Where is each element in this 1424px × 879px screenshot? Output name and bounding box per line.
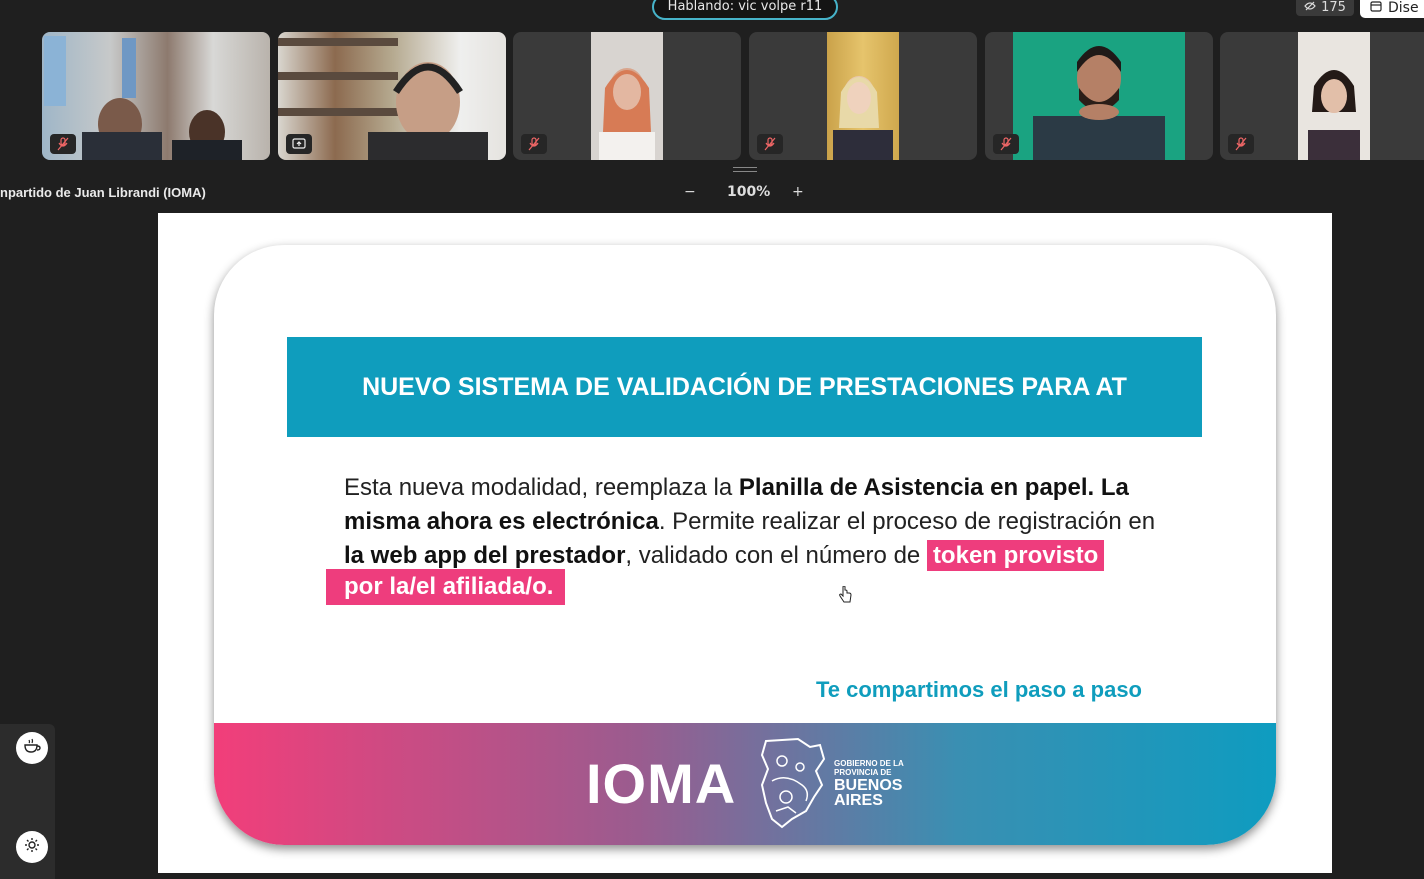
settings-button[interactable] — [16, 831, 48, 863]
gov-small-line-1: GOBIERNO DE LA — [834, 759, 904, 768]
body-text-2: . Permite realizar el proceso de registr… — [658, 508, 1156, 535]
mic-off-icon — [1228, 134, 1254, 154]
mic-off-icon — [521, 134, 547, 154]
gov-label-small: GOBIERNO DE LA PROVINCIA DE — [834, 759, 904, 777]
participant-count: 175 — [1321, 0, 1346, 15]
zoom-level: 100% — [727, 184, 771, 200]
video-feed — [278, 32, 506, 160]
body-text-1: Esta nueva modalidad, reemplaza la — [344, 474, 739, 501]
video-feed — [42, 32, 270, 160]
highlight-token: token provisto — [926, 540, 1105, 571]
gear-icon — [24, 837, 40, 857]
break-button[interactable] — [16, 732, 48, 764]
video-feed — [1013, 32, 1185, 160]
video-feed — [1298, 32, 1370, 160]
slide-body: Esta nueva modalidad, reemplaza la Plani… — [344, 471, 1164, 573]
participant-tile[interactable] — [42, 32, 270, 160]
zoom-in-button[interactable]: + — [792, 184, 804, 200]
gov-big-line-1: BUENOS — [834, 777, 903, 794]
side-panel — [0, 724, 55, 879]
shared-screen: NUEVO SISTEMA DE VALIDACIÓN DE PRESTACIO… — [158, 213, 1332, 873]
step-by-step-text: Te compartimos el paso a paso — [815, 677, 1142, 702]
highlight-affiliate: por la/el afiliada/o. — [326, 569, 566, 605]
participant-count-badge[interactable]: 175 — [1296, 0, 1354, 16]
design-button[interactable]: Dise — [1360, 0, 1424, 18]
hand-cursor-icon — [838, 585, 852, 608]
speaking-indicator: Hablando: vic volpe r11 — [652, 0, 838, 20]
screen-share-label: npartido de Juan Librandi (IOMA) — [0, 185, 206, 200]
mic-off-icon — [993, 134, 1019, 154]
slide-footer: IOMA GOBIERNO DE LA PROVINCIA DE BUENOS … — [214, 723, 1276, 845]
zoom-out-button[interactable]: − — [684, 184, 696, 200]
ioma-logo: IOMA — [586, 752, 737, 815]
eye-off-icon — [1304, 0, 1316, 15]
gov-big-line-2: AIRES — [834, 792, 883, 809]
mic-off-icon — [757, 134, 783, 154]
gov-label-big: BUENOS AIRES — [834, 777, 903, 809]
participant-tile[interactable] — [1220, 32, 1424, 160]
participant-tile[interactable] — [985, 32, 1213, 160]
video-feed — [827, 32, 899, 160]
province-map-icon — [758, 737, 828, 833]
screen-share-icon — [286, 134, 312, 154]
gov-small-line-2: PROVINCIA DE — [834, 768, 892, 777]
participant-tile[interactable] — [749, 32, 977, 160]
body-text-3: , validado con el número de — [625, 542, 921, 569]
design-button-label: Dise — [1388, 0, 1419, 16]
mic-off-icon — [50, 134, 76, 154]
participant-tile[interactable] — [513, 32, 741, 160]
layout-icon — [1370, 0, 1382, 16]
slide-title: NUEVO SISTEMA DE VALIDACIÓN DE PRESTACIO… — [287, 337, 1202, 437]
slide-card: NUEVO SISTEMA DE VALIDACIÓN DE PRESTACIO… — [214, 245, 1276, 845]
coffee-cup-icon — [23, 738, 41, 758]
video-feed — [591, 32, 663, 160]
resize-handle[interactable] — [733, 167, 757, 172]
body-bold-2: la web app del prestador — [344, 542, 626, 569]
participant-tile[interactable] — [278, 32, 506, 160]
